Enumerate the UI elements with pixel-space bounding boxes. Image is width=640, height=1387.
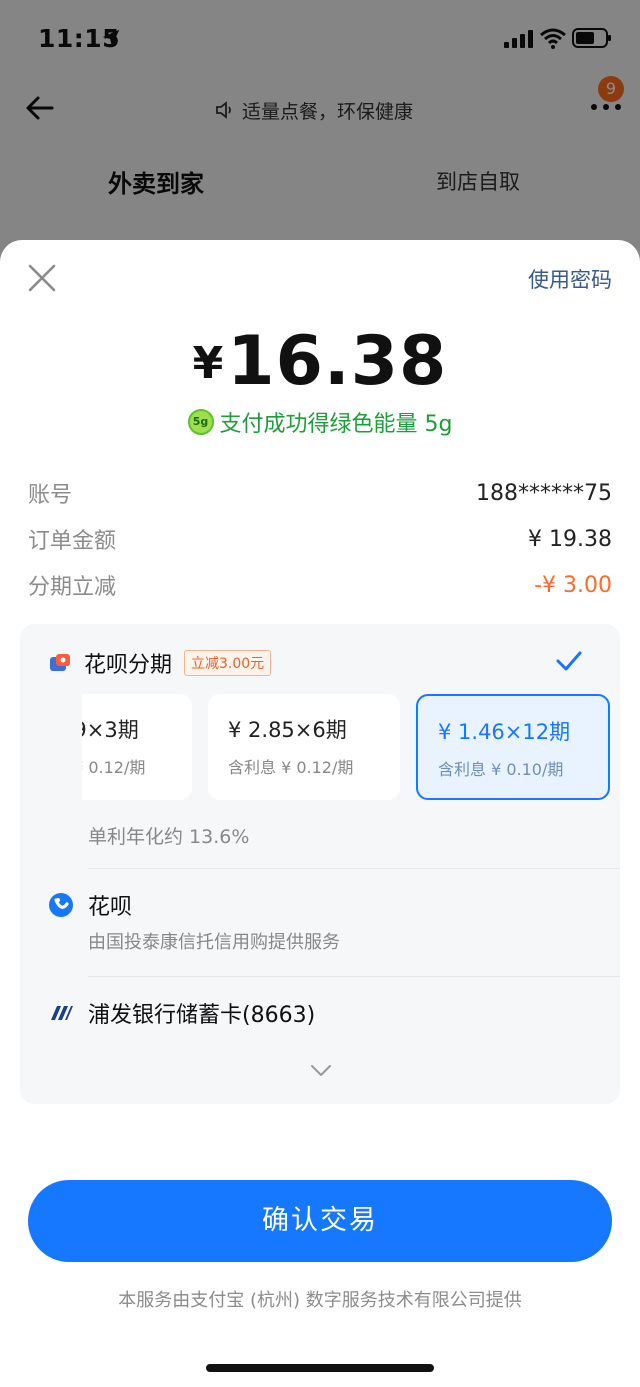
green-energy-icon: 5g bbox=[187, 409, 214, 435]
method-title: 花呗 bbox=[88, 895, 133, 920]
spdb-bank-icon bbox=[51, 1006, 73, 1020]
payment-amount: ¥16.38 bbox=[0, 322, 640, 401]
chevron-down-icon[interactable] bbox=[310, 1064, 332, 1078]
account-value: 188******75 bbox=[476, 480, 612, 506]
installment-plan-3[interactable]: ¥ 5.79×3期 含利息 ¥ 0.12/期 bbox=[82, 694, 192, 800]
order-amount-value: ¥ 19.38 bbox=[528, 526, 612, 552]
huabei-icon bbox=[49, 893, 73, 917]
order-amount-row: 订单金额 ¥ 19.38 bbox=[28, 524, 612, 555]
payment-method-huabei[interactable]: 花呗 由国投泰康信托信用购提供服务 bbox=[48, 890, 340, 954]
checkmark-icon bbox=[556, 651, 582, 671]
payment-method-spdb-card[interactable]: 浦发银行储蓄卡(8663) bbox=[48, 998, 315, 1028]
confirm-transaction-button[interactable]: 确认交易 bbox=[28, 1180, 612, 1262]
use-password-link[interactable]: 使用密码 bbox=[528, 264, 612, 294]
installment-discount-value: -¥ 3.00 bbox=[534, 572, 612, 598]
account-row: 账号 188******75 bbox=[28, 478, 612, 509]
discount-tag: 立减3.00元 bbox=[184, 650, 272, 676]
divider bbox=[88, 868, 620, 869]
installment-plans-scroller[interactable]: ¥ 5.79×3期 含利息 ¥ 0.12/期 ¥ 2.85×6期 含利息 ¥ 0… bbox=[82, 694, 620, 800]
payment-methods-card: 花呗分期 立减3.00元 ¥ 5.79×3期 含利息 ¥ 0.12/期 ¥ 2.… bbox=[20, 624, 620, 1104]
plan-price: ¥ 1.46×12期 bbox=[438, 720, 571, 744]
plan-interest: 含利息 ¥ 0.10/期 bbox=[438, 760, 564, 779]
installment-discount-label: 分期立减 bbox=[28, 575, 117, 600]
divider bbox=[88, 976, 620, 977]
home-indicator[interactable] bbox=[206, 1364, 434, 1372]
plan-interest: 含利息 ¥ 0.12/期 bbox=[228, 758, 354, 777]
annual-rate: 单利年化约 13.6% bbox=[88, 826, 250, 848]
service-provider-note: 本服务由支付宝 (杭州) 数字服务技术有限公司提供 bbox=[118, 1290, 522, 1311]
installment-plan-6[interactable]: ¥ 2.85×6期 含利息 ¥ 0.12/期 bbox=[208, 694, 400, 800]
huabei-installment-icon bbox=[50, 654, 70, 671]
method-subtitle: 由国投泰康信托信用购提供服务 bbox=[88, 932, 340, 953]
method-title: 浦发银行储蓄卡(8663) bbox=[88, 1003, 316, 1028]
installment-plan-12[interactable]: ¥ 1.46×12期 含利息 ¥ 0.10/期 bbox=[416, 694, 610, 800]
installment-discount-row: 分期立减 -¥ 3.00 bbox=[28, 570, 612, 601]
close-icon[interactable] bbox=[26, 262, 58, 294]
amount-currency: ¥ bbox=[192, 338, 224, 389]
payment-sheet: 使用密码 ¥16.38 5g 支付成功得绿色能量 5g 账号 188******… bbox=[0, 240, 640, 1387]
huabei-installment-title: 花呗分期 bbox=[84, 653, 173, 678]
green-energy-text: 支付成功得绿色能量 5g bbox=[219, 412, 453, 437]
plan-price: ¥ 2.85×6期 bbox=[228, 718, 347, 742]
green-energy-reward: 5g 支付成功得绿色能量 5g bbox=[0, 406, 640, 438]
plan-price: ¥ 5.79×3期 bbox=[82, 718, 139, 742]
amount-value: 16.38 bbox=[227, 322, 448, 401]
huabei-installment-header[interactable]: 花呗分期 立减3.00元 bbox=[48, 648, 272, 678]
plan-interest: 含利息 ¥ 0.12/期 bbox=[82, 758, 146, 777]
account-label: 账号 bbox=[28, 483, 73, 508]
order-amount-label: 订单金额 bbox=[28, 529, 117, 554]
